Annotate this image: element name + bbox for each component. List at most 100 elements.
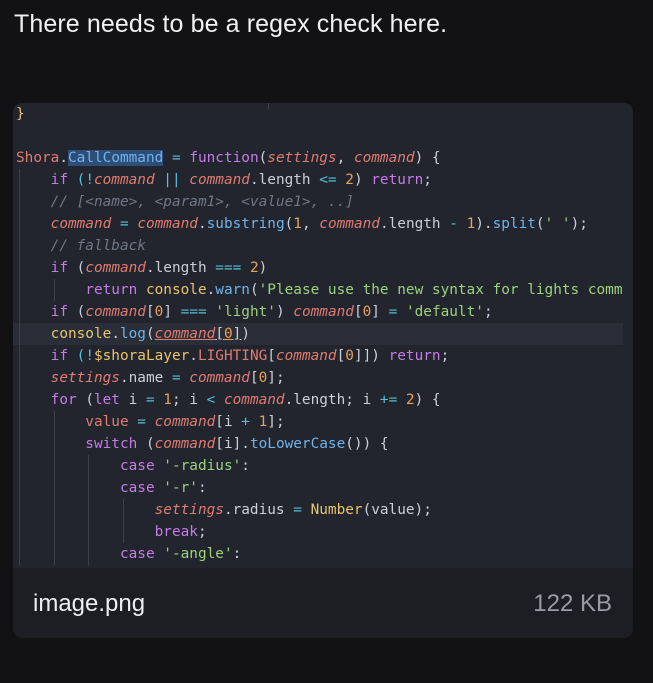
code-token: let: [93, 392, 129, 408]
code-token: case: [16, 546, 164, 562]
code-token: command: [189, 370, 250, 386]
code-token: ,: [336, 150, 354, 166]
code-token: 2: [405, 392, 415, 408]
image-attachment[interactable]: callCommand } Shora.CallCommand = functi…: [13, 103, 633, 638]
code-line: switch (command[i].toLowerCase()) {: [13, 433, 623, 455]
code-token: settings: [16, 370, 120, 386]
indent-guide: [19, 411, 20, 433]
code-token: ): [275, 304, 294, 320]
code-token: $shoraLayer: [93, 348, 190, 364]
code-token: (: [249, 282, 259, 298]
code-token: command: [137, 216, 198, 232]
code-token: (: [145, 326, 155, 342]
indent-guide: [53, 543, 55, 565]
code-token: .length: [379, 216, 450, 232]
code-line: command = command.substring(1, command.l…: [13, 213, 623, 235]
code-token: toLowerCase: [249, 436, 346, 452]
code-line: return console.warn('Please use the new …: [13, 279, 623, 301]
code-token: console: [16, 326, 112, 342]
code-token: if: [16, 304, 77, 320]
image-preview[interactable]: callCommand } Shora.CallCommand = functi…: [13, 103, 633, 568]
file-name: image.png: [33, 590, 146, 617]
code-token: 2: [345, 172, 354, 188]
code-token: i: [128, 392, 146, 408]
code-token: // [<name>, <param1>, <value1>, ..]: [16, 194, 354, 210]
indent-guide: [19, 499, 20, 521]
code-token: if: [16, 260, 77, 276]
indent-guide: [53, 521, 55, 543]
code-token: [: [267, 348, 276, 364]
code-token: .length: [145, 260, 216, 276]
indent-guide: [88, 521, 90, 543]
indent-guide: [19, 169, 20, 191]
code-token: [: [353, 304, 363, 320]
code-token: =: [111, 216, 138, 232]
code-token: warn: [215, 282, 250, 298]
code-token: ) {: [414, 392, 441, 408]
code-token: ) {: [414, 150, 441, 166]
code-line: if (command[0] === 'light') command[0] =…: [13, 301, 623, 323]
code-token: }: [16, 106, 25, 122]
code-token: return: [371, 172, 424, 188]
code-token: +=: [379, 392, 406, 408]
code-line: case '-angle':: [13, 543, 623, 565]
code-token: [i: [215, 414, 242, 430]
code-token: (: [85, 392, 94, 408]
code-token: [: [249, 370, 259, 386]
code-token: // fallback: [16, 238, 146, 254]
code-token: :: [241, 458, 250, 474]
code-line: Shora.CallCommand = function(settings, c…: [13, 147, 623, 169]
code-token: Shora: [16, 150, 60, 166]
code-token: [: [145, 304, 155, 320]
code-token: command: [353, 150, 415, 166]
code-line: case '-radius':: [13, 455, 623, 477]
indent-guide: [88, 477, 90, 499]
code-token: (: [145, 436, 155, 452]
code-token: ): [353, 172, 372, 188]
indent-guide: [88, 499, 90, 521]
code-token: ];: [267, 414, 285, 430]
code-token: ]: [163, 304, 181, 320]
code-block: } Shora.CallCommand = function(settings,…: [13, 103, 623, 565]
code-token: '-angle': [163, 546, 233, 562]
code-line: value = command[i + 1];: [13, 411, 623, 433]
code-token: substring: [206, 216, 285, 232]
message-text: There needs to be a regex check here.: [14, 10, 448, 38]
code-token: log: [119, 326, 146, 342]
code-token: ];: [267, 370, 285, 386]
code-line: case '-r':: [13, 477, 623, 499]
code-token: return: [16, 282, 146, 298]
indent-guide: [123, 499, 125, 521]
code-token: 'default': [405, 304, 484, 320]
code-token: ).: [475, 216, 493, 232]
code-token: for: [16, 392, 86, 408]
code-token: (value);: [362, 502, 432, 518]
code-token: =: [145, 392, 164, 408]
code-token: -: [449, 216, 467, 232]
indent-guide: [53, 477, 55, 499]
code-token: 0: [362, 304, 372, 320]
code-token: split: [492, 216, 536, 232]
indent-guide: [53, 499, 55, 521]
code-token: .radius: [223, 502, 294, 518]
indent-guide: [19, 433, 20, 455]
code-line: settings.name = command[0];: [13, 367, 623, 389]
code-token: case: [16, 458, 164, 474]
indent-guide: [88, 455, 90, 477]
code-token: ===: [180, 304, 216, 320]
code-token: =: [171, 370, 190, 386]
code-line: if (command.length === 2): [13, 257, 623, 279]
code-token: ): [241, 326, 250, 342]
indent-guide: [53, 455, 55, 477]
code-token: 'light': [215, 304, 276, 320]
code-token: ===: [215, 260, 250, 276]
code-token: <=: [319, 172, 346, 188]
code-token: 1: [466, 216, 476, 232]
indent-guide: [19, 477, 20, 499]
code-token: [: [336, 348, 346, 364]
code-line: // [<name>, <param1>, <value1>, ..]: [13, 191, 623, 213]
indent-guide: [19, 389, 20, 411]
code-token: command: [189, 172, 250, 188]
code-token: ;: [440, 348, 450, 364]
